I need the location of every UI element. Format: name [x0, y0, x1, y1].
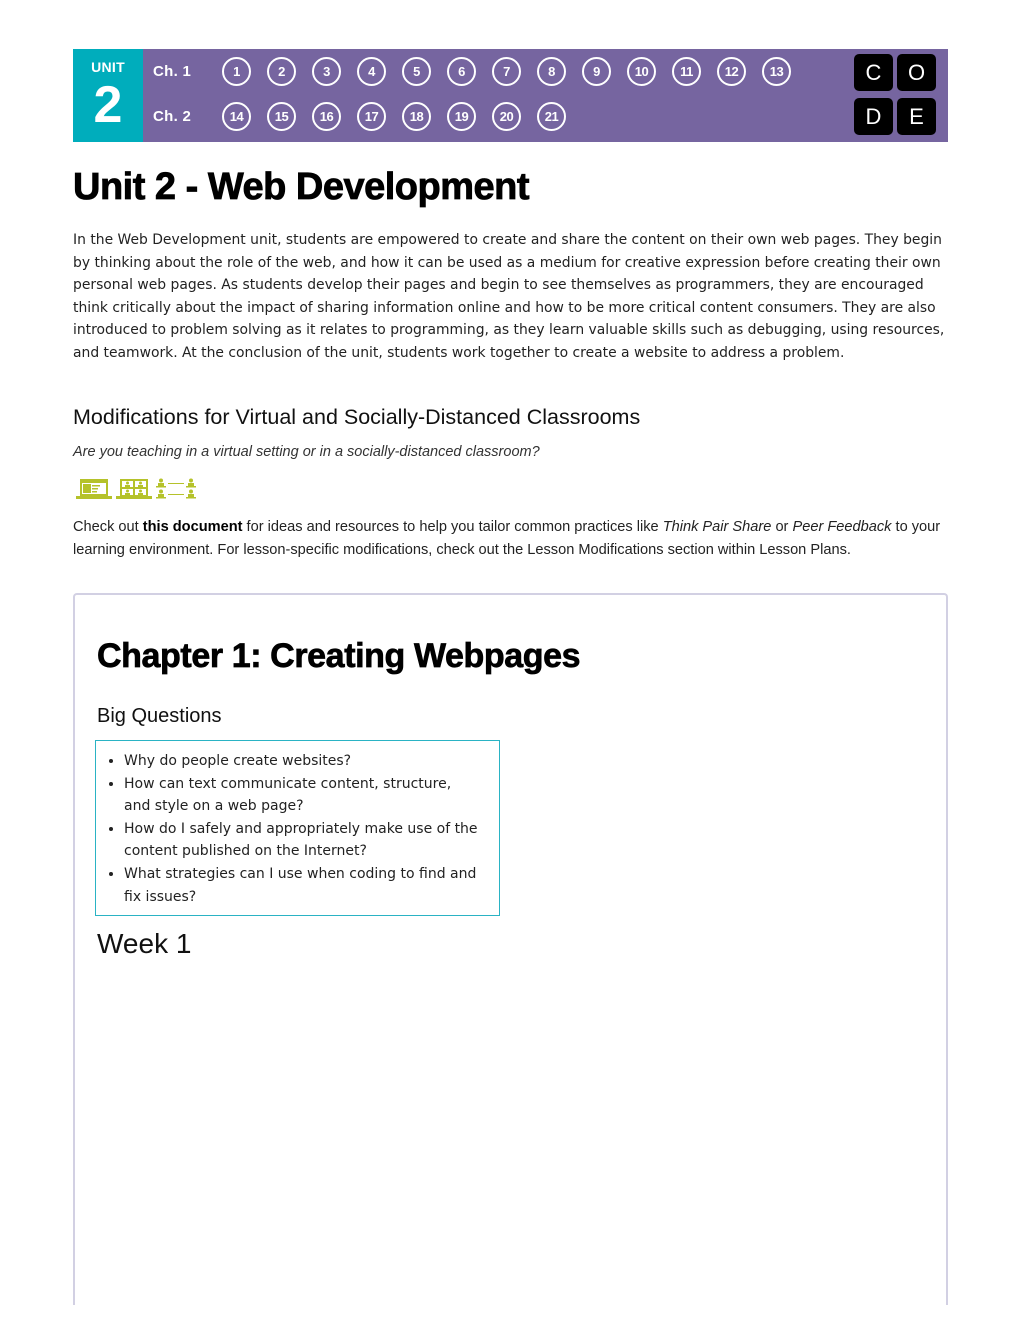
laptop-document-icon: [76, 479, 112, 499]
logo-tile: E: [897, 98, 936, 135]
unit-badge: UNIT 2: [73, 49, 143, 142]
chapter-title: Chapter 1: Creating Webpages: [97, 637, 581, 676]
unit-number: 2: [93, 76, 123, 134]
lesson-link[interactable]: 11: [672, 56, 701, 86]
unit-intro: In the Web Development unit, students ar…: [73, 232, 945, 361]
modifications-question: Are you teaching in a virtual setting or…: [73, 444, 540, 460]
unit-header-banner: UNIT 2 Ch. 1 1 2 3 4 5 6 7 8 9 10 11 12 …: [73, 49, 948, 142]
lesson-link[interactable]: 10: [627, 56, 656, 86]
lesson-link[interactable]: 3: [312, 56, 341, 86]
lesson-link[interactable]: 19: [447, 101, 476, 131]
lesson-link[interactable]: 20: [492, 101, 521, 131]
lesson-link[interactable]: 4: [357, 56, 386, 86]
lesson-link[interactable]: 17: [357, 101, 386, 131]
text: or: [771, 519, 793, 535]
chapter-1-card: Chapter 1: Creating Webpages Big Questio…: [73, 593, 948, 1305]
social-distance-icon: [156, 478, 196, 499]
lesson-link[interactable]: 6: [447, 56, 476, 86]
lesson-link[interactable]: 14: [222, 101, 251, 131]
big-questions-list: Why do people create websites? How can t…: [96, 741, 499, 908]
lesson-link[interactable]: 15: [267, 101, 296, 131]
lesson-link[interactable]: 13: [762, 56, 791, 86]
lesson-link[interactable]: 2: [267, 56, 296, 86]
lesson-link[interactable]: 21: [537, 101, 566, 131]
modifications-heading: Modifications for Virtual and Socially-D…: [73, 405, 641, 429]
logo-tile: C: [854, 54, 893, 91]
chapter-label: Ch. 1: [153, 62, 192, 80]
modifications-description: Check out this document for ideas and re…: [73, 516, 953, 561]
big-questions-box: Why do people create websites? How can t…: [95, 740, 500, 916]
this-document-link[interactable]: this document: [143, 519, 243, 535]
lesson-link[interactable]: 9: [582, 56, 611, 86]
practice-peer-feedback: Peer Feedback: [792, 519, 892, 535]
modification-icons: [76, 478, 196, 500]
lesson-link[interactable]: 12: [717, 56, 746, 86]
lesson-link[interactable]: 16: [312, 101, 341, 131]
big-question-item: How do I safely and appropriately make u…: [124, 818, 479, 863]
video-call-icon: [116, 479, 152, 499]
lesson-link[interactable]: 1: [222, 56, 251, 86]
text: for ideas and resources to help you tail…: [242, 519, 663, 535]
logo-tile: O: [897, 54, 936, 91]
chapter-label: Ch. 2: [153, 107, 192, 125]
big-question-item: What strategies can I use when coding to…: [124, 863, 479, 908]
lesson-link[interactable]: 5: [402, 56, 431, 86]
big-question-item: How can text communicate content, struct…: [124, 773, 479, 818]
page-title: Unit 2 - Web Development: [73, 166, 530, 209]
lesson-link[interactable]: 18: [402, 101, 431, 131]
unit-label: UNIT: [91, 59, 125, 75]
lesson-link[interactable]: 8: [537, 56, 566, 86]
logo-tile: D: [854, 98, 893, 135]
big-question-item: Why do people create websites?: [124, 750, 479, 773]
chapter-2-row: Ch. 2 14 15 16 17 18 19 20 21: [153, 100, 582, 132]
code-org-logo[interactable]: C O D E: [854, 54, 938, 136]
text: Check out: [73, 519, 143, 535]
practice-think-pair-share: Think Pair Share: [662, 519, 772, 535]
big-questions-heading: Big Questions: [97, 705, 222, 727]
week-heading: Week 1: [97, 928, 192, 959]
chapter-1-row: Ch. 1 1 2 3 4 5 6 7 8 9 10 11 12 13: [153, 55, 807, 87]
lesson-link[interactable]: 7: [492, 56, 521, 86]
